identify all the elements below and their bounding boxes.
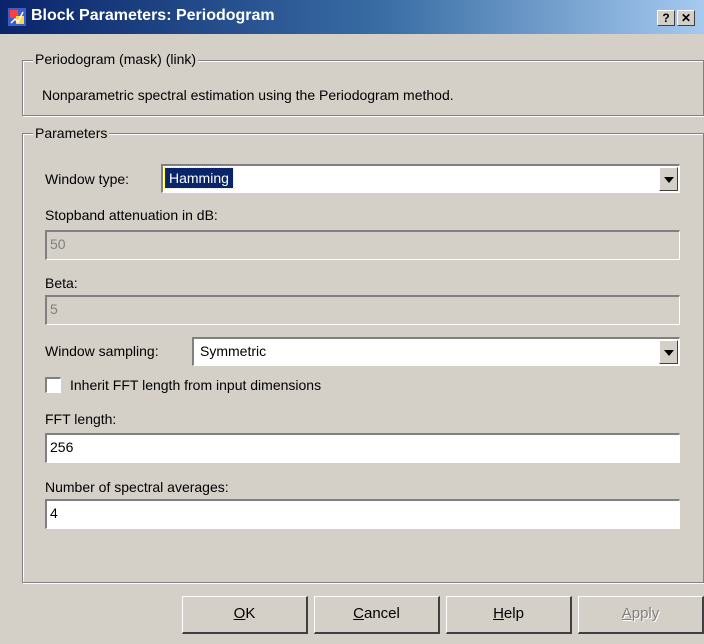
cancel-label: ancel — [363, 605, 400, 622]
beta-label: Beta: — [45, 275, 78, 291]
fft-length-input[interactable]: 256 — [45, 433, 680, 463]
ok-label: K — [245, 605, 256, 622]
parameters-group-legend: Parameters — [33, 125, 110, 141]
cancel-button[interactable]: Cancel — [314, 596, 440, 634]
help-accel: H — [493, 605, 504, 622]
mask-group-legend: Periodogram (mask) (link) — [33, 51, 199, 67]
window-type-label: Window type: — [45, 171, 130, 187]
window-title: Block Parameters: Periodogram — [31, 7, 275, 24]
apply-accel: A — [621, 605, 632, 622]
fft-length-label: FFT length: — [45, 411, 117, 427]
window-sampling-dropdown-button[interactable] — [659, 340, 678, 364]
ok-button[interactable]: OK — [182, 596, 308, 634]
help-title-button[interactable]: ? — [657, 10, 675, 26]
window-sampling-value: Symmetric — [200, 343, 267, 359]
inherit-fft-label[interactable]: Inherit FFT length from input dimensions — [70, 377, 321, 393]
help-label: elp — [503, 605, 524, 622]
apply-button[interactable]: Apply — [578, 596, 704, 634]
cancel-accel: C — [353, 605, 364, 622]
window-type-value: Hamming — [164, 167, 234, 189]
close-button[interactable]: ✕ — [677, 10, 695, 26]
chevron-down-icon — [664, 177, 674, 183]
chevron-down-icon — [664, 350, 674, 356]
block-description: Nonparametric spectral estimation using … — [42, 87, 454, 103]
window-sampling-label: Window sampling: — [45, 343, 159, 359]
window-type-select[interactable]: Hamming — [161, 164, 680, 193]
window-type-dropdown-button[interactable] — [659, 167, 678, 191]
help-button[interactable]: Help — [446, 596, 572, 634]
inherit-fft-checkbox[interactable] — [45, 377, 61, 393]
simulink-block-icon — [8, 8, 26, 26]
ok-accel: O — [233, 605, 246, 622]
stopband-attenuation-input[interactable]: 50 — [45, 230, 680, 260]
spectral-averages-input[interactable]: 4 — [45, 499, 680, 529]
title-bar[interactable]: Block Parameters: Periodogram ? ✕ — [0, 0, 704, 34]
spectral-averages-label: Number of spectral averages: — [45, 479, 229, 495]
window-sampling-select[interactable]: Symmetric — [192, 337, 680, 366]
stopband-attenuation-label: Stopband attenuation in dB: — [45, 207, 218, 223]
apply-label: pply — [631, 605, 660, 622]
beta-input[interactable]: 5 — [45, 295, 680, 325]
